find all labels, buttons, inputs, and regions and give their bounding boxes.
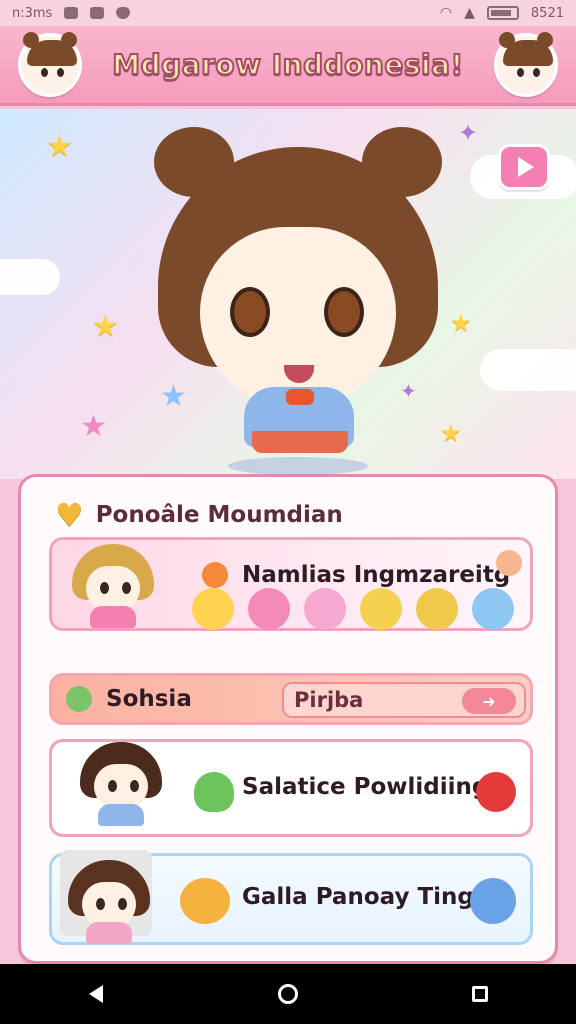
- shield-icon: [116, 7, 131, 19]
- card-label: Sohsia: [106, 686, 192, 712]
- card-salatice[interactable]: Salatice Powlidiing: [49, 739, 533, 837]
- recent-apps-button[interactable]: [450, 964, 510, 1024]
- go-button[interactable]: ➜: [462, 688, 516, 714]
- play-icon: [518, 157, 534, 177]
- navigation-bar: [0, 964, 576, 1024]
- pepper-icon: [194, 772, 234, 812]
- status-left: n:3ms: [12, 5, 131, 21]
- card-label: Salatice Powlidiing: [242, 774, 489, 800]
- status-clock: 8521: [530, 5, 564, 21]
- avatar-eye: [41, 67, 48, 77]
- recent-apps-icon: [472, 986, 488, 1002]
- star-icon: [192, 588, 234, 630]
- panel-title-text: Ponoâle Moumdian: [95, 502, 343, 528]
- home-button[interactable]: [258, 964, 318, 1024]
- card-avatar: [60, 850, 152, 944]
- orange-flower-icon: [202, 562, 228, 588]
- play-video-button[interactable]: [498, 144, 550, 190]
- avatar-eye: [57, 67, 64, 77]
- sun-icon: [360, 588, 402, 630]
- apple-icon: [476, 772, 516, 812]
- star-icon: [472, 588, 514, 630]
- hero-section: ★ ★ ★ ★ ★ ★ ✦ ✦: [0, 109, 576, 479]
- star-icon: ★: [450, 309, 472, 337]
- blue-monster-icon: [470, 878, 516, 924]
- signal-icon: ▲: [464, 5, 475, 21]
- card-sohsia[interactable]: Sohsia Pirjba ➜: [49, 673, 533, 725]
- card-galla[interactable]: Galla Panoay Ting: [49, 850, 533, 945]
- home-icon: [278, 984, 298, 1004]
- avatar-eye: [517, 67, 524, 77]
- image-icon: [64, 7, 79, 19]
- app-title: Mdgarow Inddonesia!: [111, 47, 464, 82]
- heart-icon: [304, 588, 346, 630]
- avatar-eye: [122, 582, 131, 594]
- wifi-icon: ◠: [439, 5, 453, 21]
- card-avatar: [64, 534, 162, 628]
- avatar-eye: [130, 780, 139, 792]
- cat-icon: [180, 878, 230, 924]
- app-header: Mdgarow Inddonesia!: [0, 26, 576, 106]
- battery-icon: [486, 6, 519, 20]
- avatar-eye: [96, 898, 105, 910]
- search-input[interactable]: Pirjba ➜: [282, 682, 526, 718]
- avatar-eye: [533, 67, 540, 77]
- status-time: n:3ms: [12, 5, 53, 21]
- avatar-eye: [108, 780, 117, 792]
- star-icon: ★: [92, 309, 119, 344]
- arrow-right-icon: ➜: [482, 691, 496, 711]
- character-bow: [286, 389, 314, 405]
- avatar-eye: [118, 898, 127, 910]
- smile-icon: [416, 588, 458, 630]
- cloud-decoration: [0, 259, 60, 295]
- main-panel: ♥ Ponoâle Moumdian Namlias Ingmzareitg S…: [18, 474, 558, 964]
- card-label: Namlias Ingmzareitg: [242, 562, 511, 588]
- character-eye: [324, 287, 364, 337]
- hero-character: [148, 127, 448, 475]
- back-button[interactable]: [66, 964, 126, 1024]
- character-skirt: [252, 431, 348, 453]
- search-input-value: Pirjba: [294, 688, 364, 712]
- right-avatar[interactable]: [494, 31, 558, 97]
- card-avatar: [72, 732, 170, 826]
- star-icon: [248, 588, 290, 630]
- camera-icon: [90, 7, 105, 19]
- cloud-decoration: [480, 349, 576, 391]
- card-namlias[interactable]: Namlias Ingmzareitg: [49, 537, 533, 631]
- avatar-eye: [100, 582, 109, 594]
- card-label: Galla Panoay Ting: [242, 884, 474, 910]
- sparkle-icon: ✦: [458, 119, 479, 147]
- heart-icon: ♥: [55, 496, 84, 534]
- avatar-body: [90, 606, 136, 628]
- star-icon: ★: [46, 129, 73, 164]
- panel-title: ♥ Ponoâle Moumdian: [55, 499, 343, 531]
- avatar-body: [98, 804, 144, 826]
- left-avatar[interactable]: [18, 31, 82, 97]
- decoration-row: [192, 588, 514, 630]
- frog-icon: [66, 686, 92, 712]
- back-icon: [89, 985, 103, 1003]
- star-icon: ★: [80, 409, 107, 444]
- character-shadow: [228, 457, 368, 475]
- peach-flower-icon: [496, 550, 522, 576]
- avatar-body: [86, 922, 132, 944]
- character-eye: [230, 287, 270, 337]
- status-bar: n:3ms ◠ ▲ 8521: [0, 0, 576, 26]
- status-right: ◠ ▲ 8521: [440, 5, 564, 21]
